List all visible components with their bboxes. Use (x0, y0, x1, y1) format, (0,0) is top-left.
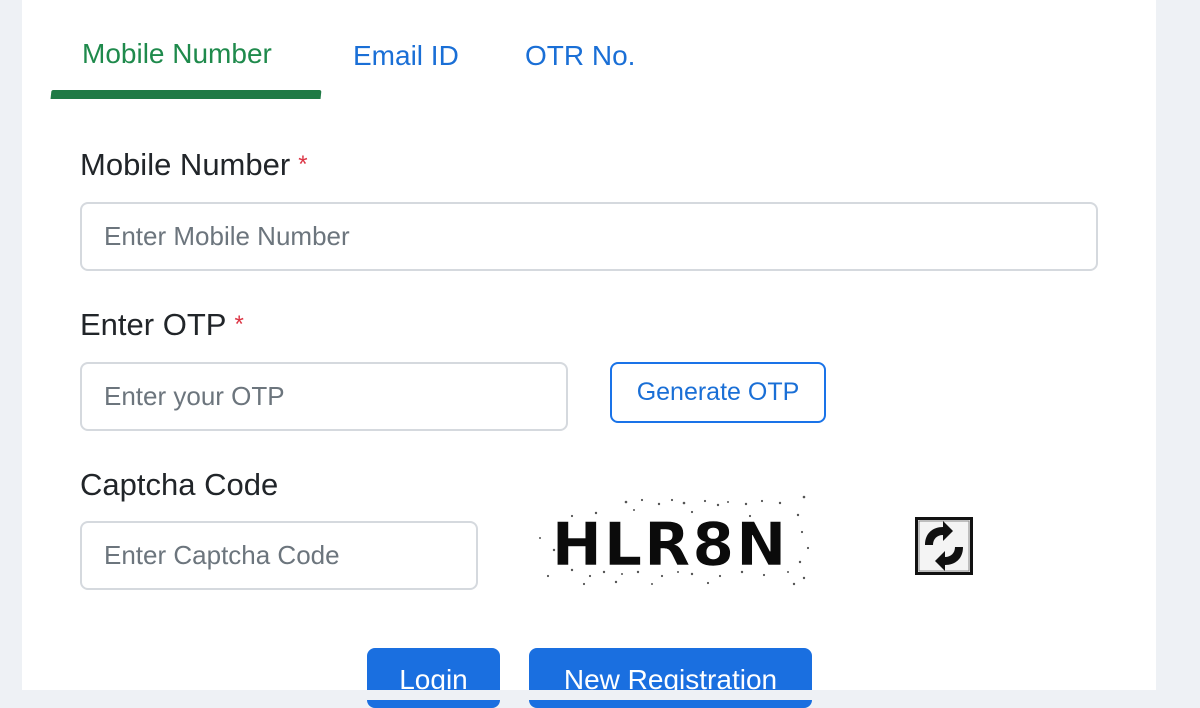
login-card: Mobile Number Email ID OTR No. Mobile Nu… (22, 0, 1156, 708)
required-marker: * (298, 151, 308, 178)
active-tab-indicator (50, 90, 322, 99)
mobile-number-label-text: Mobile Number (80, 147, 291, 182)
otp-input[interactable] (80, 362, 568, 431)
mobile-number-input[interactable] (80, 202, 1098, 271)
captcha-text: HLR8N (552, 510, 789, 580)
tab-otr-no[interactable]: OTR No. (525, 38, 635, 74)
tab-mobile-number[interactable]: Mobile Number (82, 36, 272, 72)
generate-otp-button[interactable]: Generate OTP (610, 362, 826, 423)
otp-label-text: Enter OTP (80, 307, 227, 342)
refresh-captcha-icon[interactable] (915, 517, 973, 575)
tab-email-id[interactable]: Email ID (353, 38, 459, 74)
captcha-input[interactable] (80, 521, 478, 590)
mobile-number-label: Mobile Number * (80, 145, 308, 185)
required-marker: * (234, 311, 244, 338)
otp-label: Enter OTP * (80, 305, 244, 345)
page-bottom-background (0, 690, 1200, 700)
login-method-tabs: Mobile Number Email ID OTR No. (22, 0, 1156, 100)
captcha-label: Captcha Code (80, 467, 279, 502)
captcha-image: HLR8N (539, 495, 810, 586)
